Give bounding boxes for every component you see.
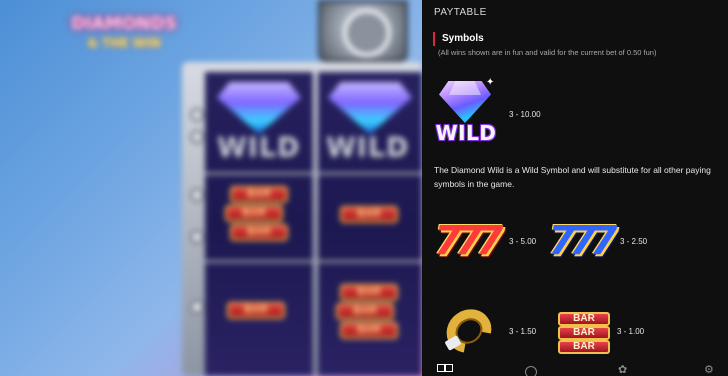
game-logo-line1: DIAMONDS — [71, 14, 177, 34]
triple-bar-payout: 3 - 1.00 — [617, 327, 645, 336]
reel-1: WILD BAR BAR BAR BAR — [205, 72, 313, 376]
horseshoe-icon — [438, 300, 500, 362]
game-logo: DIAMONDS & THE WIN — [68, 12, 180, 64]
gear-icon[interactable]: ⚙ — [704, 365, 714, 376]
reel-divider — [318, 172, 422, 175]
game-blur-layer: DIAMONDS & THE WIN WILD BAR BAR BAR BAR … — [0, 0, 422, 376]
reel-wild-label: WILD — [326, 132, 410, 163]
reel-diamond-icon — [217, 82, 301, 134]
wild-symbol-label: WILD — [435, 121, 497, 145]
paytable-panel[interactable]: PAYTABLE Symbols (All wins shown are in … — [422, 0, 728, 376]
side-button-3 — [190, 188, 204, 202]
side-button-1 — [190, 108, 204, 122]
side-button-4 — [190, 230, 204, 244]
horseshoe-ring — [438, 300, 500, 362]
red-777-icon: 777 — [434, 218, 504, 264]
triple-bar-icon: BAR BAR BAR — [558, 312, 610, 358]
reel-divider — [318, 260, 422, 263]
vault-door-icon — [318, 0, 408, 62]
red-777-payout: 3 - 5.00 — [509, 237, 537, 246]
info-icon[interactable] — [525, 366, 537, 376]
reel-wild-label: WILD — [217, 132, 301, 163]
side-button-2 — [190, 130, 204, 144]
bar-tile: BAR — [558, 312, 610, 326]
bar-tile: BAR — [558, 326, 610, 340]
game-logo-line2: & THE WIN — [87, 36, 161, 50]
reel-divider — [205, 260, 313, 263]
reel-bar: BAR — [230, 186, 288, 203]
diamond-wild-symbol-icon: ✦ WILD — [434, 75, 498, 151]
blue-777-payout: 3 - 2.50 — [620, 237, 648, 246]
wild-description: The Diamond Wild is a Wild Symbol and wi… — [434, 165, 711, 189]
reel-bar: BAR — [225, 205, 283, 222]
bottom-nav: ✿ ⚙ — [422, 358, 728, 376]
blue-777-icon: 777 — [548, 218, 618, 264]
sparkle-icon: ✦ — [486, 77, 495, 88]
reel-bar: BAR — [340, 322, 398, 339]
reel-divider — [205, 172, 313, 175]
reel-bar: BAR — [336, 303, 394, 320]
reel-diamond-icon — [328, 82, 412, 134]
diamond-icon — [439, 81, 491, 123]
bar-tile: BAR — [558, 340, 610, 354]
reel-bar: BAR — [340, 206, 398, 223]
reel-2: WILD BAR BAR BAR BAR — [318, 72, 422, 376]
reel-bar: BAR — [340, 284, 398, 301]
game-background: DIAMONDS & THE WIN WILD BAR BAR BAR BAR … — [0, 0, 422, 376]
paytable-icon[interactable] — [437, 364, 453, 376]
section-title: Symbols — [442, 33, 484, 44]
side-button-5 — [190, 300, 204, 314]
reel-bar: BAR — [230, 224, 288, 241]
section-accent-bar — [433, 32, 435, 46]
reel-bar: BAR — [227, 302, 285, 319]
panel-title: PAYTABLE — [434, 7, 487, 18]
bet-note: (All wins shown are in fun and valid for… — [438, 48, 657, 57]
settings-icon[interactable]: ✿ — [618, 365, 627, 376]
wild-payout: 3 - 10.00 — [509, 110, 541, 119]
horseshoe-payout: 3 - 1.50 — [509, 327, 537, 336]
